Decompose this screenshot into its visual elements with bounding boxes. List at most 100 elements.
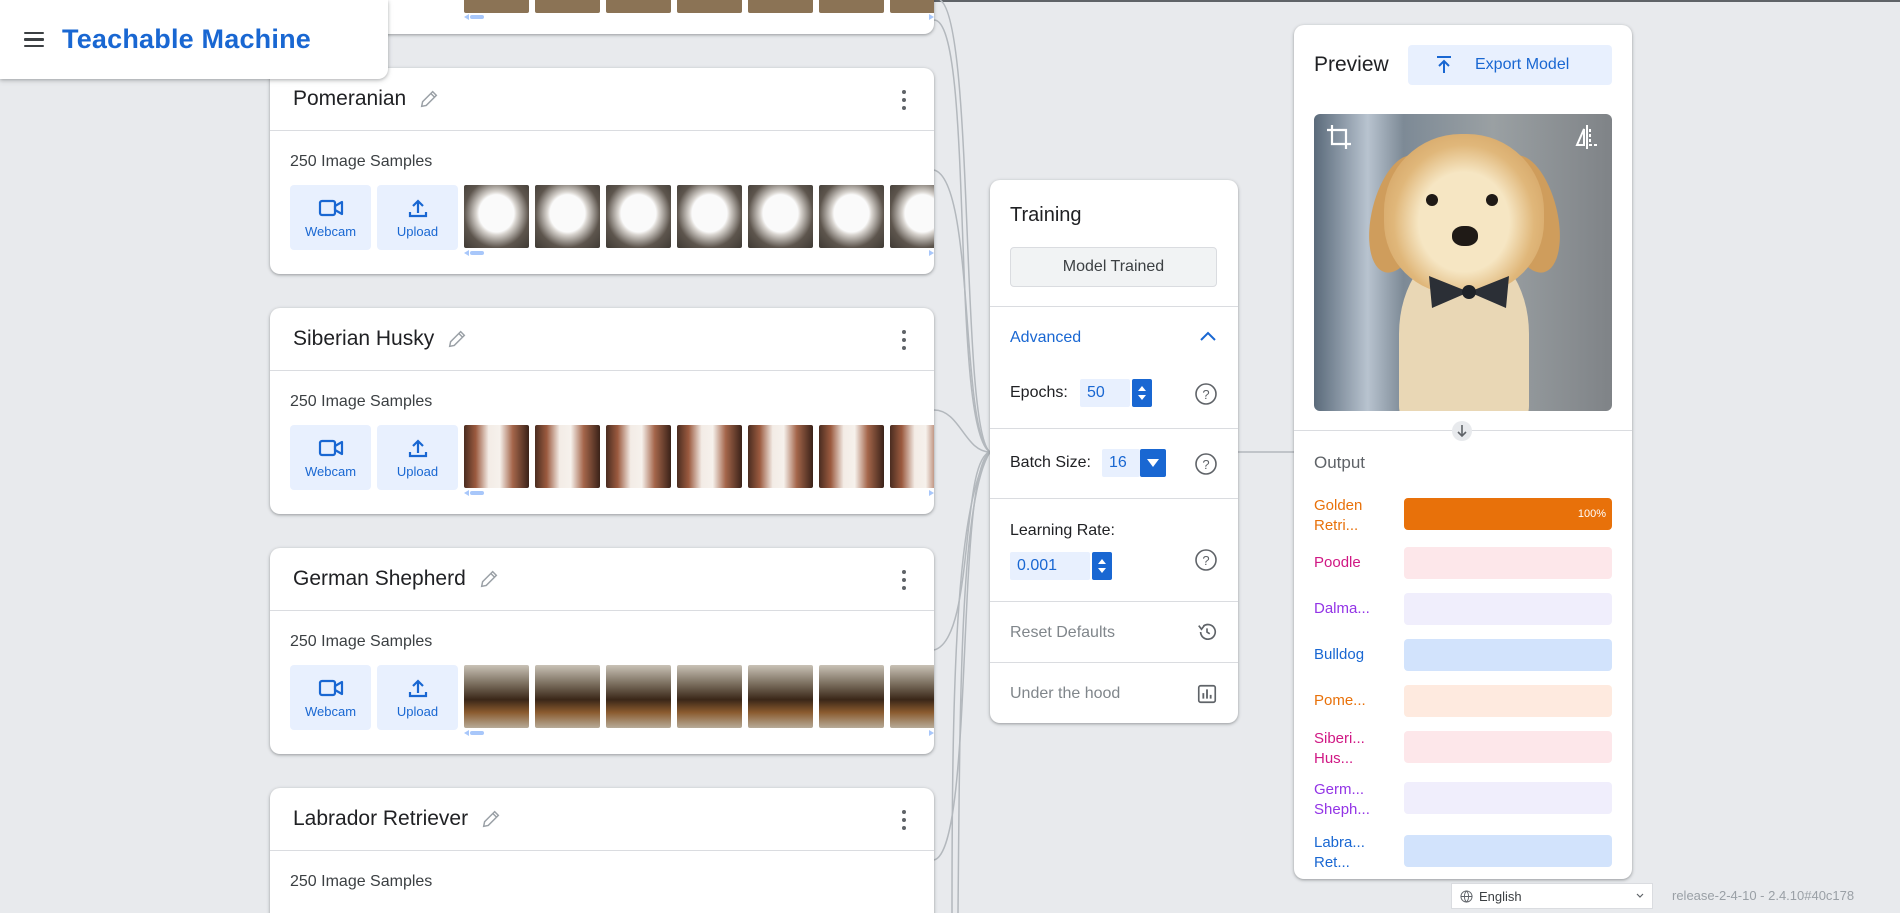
pencil-icon[interactable]: [478, 568, 500, 590]
sample-thumbnail[interactable]: [748, 425, 813, 488]
pencil-icon[interactable]: [418, 88, 440, 110]
sample-thumbnail[interactable]: [677, 185, 742, 248]
sample-thumbnail[interactable]: [677, 425, 742, 488]
output-confidence-bar: [1404, 593, 1612, 625]
upload-icon: [408, 438, 427, 457]
sample-thumbnail[interactable]: [819, 665, 884, 728]
pencil-icon[interactable]: [480, 808, 502, 830]
webcam-button[interactable]: Webcam: [290, 425, 371, 490]
sample-thumbnail[interactable]: [535, 425, 600, 488]
sample-thumbnail[interactable]: [748, 665, 813, 728]
sample-thumbnail[interactable]: [677, 665, 742, 728]
output-confidence-bar: [1404, 835, 1612, 867]
hamburger-menu-icon[interactable]: [24, 28, 48, 52]
batch-size-select[interactable]: 16: [1102, 449, 1140, 477]
sample-thumbnails: [464, 665, 934, 728]
advanced-toggle[interactable]: Advanced: [1010, 329, 1081, 347]
webcam-button[interactable]: Webcam: [290, 185, 371, 250]
output-confidence-bar: [1404, 685, 1612, 717]
more-options-icon[interactable]: [902, 570, 908, 590]
sample-thumbnail[interactable]: [819, 185, 884, 248]
flip-icon[interactable]: [1574, 124, 1600, 150]
help-icon[interactable]: ?: [1194, 548, 1218, 572]
learning-rate-input[interactable]: 0.001: [1010, 552, 1090, 580]
export-icon: [1437, 56, 1451, 73]
learning-rate-label: Learning Rate:: [1010, 522, 1115, 539]
class-name[interactable]: Pomeranian: [293, 87, 406, 111]
history-icon[interactable]: [1196, 621, 1218, 643]
under-the-hood-button[interactable]: Under the hood: [1010, 685, 1120, 703]
thumb-scrollbar[interactable]: [464, 248, 934, 258]
epochs-stepper[interactable]: [1132, 379, 1152, 407]
thumb-scrollbar[interactable]: [464, 728, 934, 738]
sample-thumbnail[interactable]: [606, 185, 671, 248]
reset-defaults-button[interactable]: Reset Defaults: [1010, 624, 1115, 642]
svg-text:?: ?: [1202, 553, 1209, 568]
sample-thumbnail[interactable]: [748, 185, 813, 248]
chevron-up-icon[interactable]: [1198, 328, 1218, 344]
export-model-label: Export Model: [1475, 56, 1570, 73]
webcam-icon: [318, 199, 343, 216]
upload-button[interactable]: Upload: [377, 185, 458, 250]
more-options-icon[interactable]: [902, 90, 908, 110]
sample-thumbnail[interactable]: [890, 185, 934, 248]
more-options-icon[interactable]: [902, 810, 908, 830]
batch-size-dropdown[interactable]: [1140, 449, 1166, 477]
output-class-name: Labra... Ret...: [1314, 834, 1365, 871]
epochs-input[interactable]: 50: [1080, 379, 1130, 407]
more-options-icon[interactable]: [902, 330, 908, 350]
upload-icon: [408, 678, 427, 697]
webcam-label: Webcam: [304, 223, 357, 239]
sample-thumbnail[interactable]: [464, 185, 529, 248]
app-title[interactable]: Teachable Machine: [62, 24, 311, 55]
webcam-icon: [318, 439, 343, 456]
language-select[interactable]: English: [1451, 883, 1653, 909]
class-card-siberian-husky: Siberian Husky 250 Image Samples Webcam …: [270, 308, 934, 514]
class-name[interactable]: German Shepherd: [293, 567, 466, 591]
thumb-scrollbar[interactable]: [464, 12, 934, 22]
sample-thumbnail[interactable]: [464, 425, 529, 488]
sample-count: 250 Image Samples: [290, 393, 433, 410]
arrow-down-icon[interactable]: [1452, 421, 1472, 441]
export-model-button[interactable]: Export Model: [1408, 45, 1612, 85]
thumb-scrollbar[interactable]: [464, 488, 934, 498]
help-icon[interactable]: ?: [1194, 452, 1218, 476]
release-version: release-2-4-10 - 2.4.10#40c178: [1672, 888, 1855, 903]
model-trained-button[interactable]: Model Trained: [1010, 247, 1217, 287]
help-icon[interactable]: ?: [1194, 382, 1218, 406]
sample-thumbnails: [464, 425, 934, 488]
sample-thumbnails: [464, 185, 934, 248]
sample-thumbnail[interactable]: [535, 185, 600, 248]
sample-thumbnail[interactable]: [606, 665, 671, 728]
sample-thumbnail[interactable]: [464, 665, 529, 728]
webcam-label: Webcam: [304, 463, 357, 479]
output-class-name: Germ... Sheph...: [1314, 781, 1370, 818]
training-title: Training: [1010, 204, 1082, 226]
webcam-preview-image: [1314, 114, 1612, 411]
learning-rate-stepper[interactable]: [1092, 552, 1112, 580]
sample-thumbnail[interactable]: [606, 425, 671, 488]
sample-thumbnail[interactable]: [535, 665, 600, 728]
class-name[interactable]: Labrador Retriever: [293, 807, 468, 831]
chevron-down-icon: [1636, 893, 1644, 898]
webcam-button[interactable]: Webcam: [290, 665, 371, 730]
sample-thumbnail[interactable]: [890, 665, 934, 728]
pencil-icon[interactable]: [446, 328, 468, 350]
upload-button[interactable]: Upload: [377, 425, 458, 490]
sample-thumbnail[interactable]: [819, 425, 884, 488]
upload-label: Upload: [396, 463, 439, 479]
batch-size-label: Batch Size:: [1010, 454, 1091, 471]
upload-button[interactable]: Upload: [377, 665, 458, 730]
output-label: Output: [1314, 453, 1366, 472]
training-panel: Training Model Trained Advanced Epochs: …: [990, 180, 1238, 723]
sample-count: 250 Image Samples: [290, 633, 433, 650]
bar-chart-icon[interactable]: [1196, 683, 1218, 705]
upload-label: Upload: [396, 223, 439, 239]
crop-icon[interactable]: [1326, 124, 1352, 150]
class-name[interactable]: Siberian Husky: [293, 327, 434, 351]
sample-thumbnail[interactable]: [890, 425, 934, 488]
svg-text:?: ?: [1202, 457, 1209, 472]
output-class-name: Pome...: [1314, 692, 1366, 709]
sample-count: 250 Image Samples: [290, 873, 433, 890]
output-confidence-bar: [1404, 639, 1612, 671]
